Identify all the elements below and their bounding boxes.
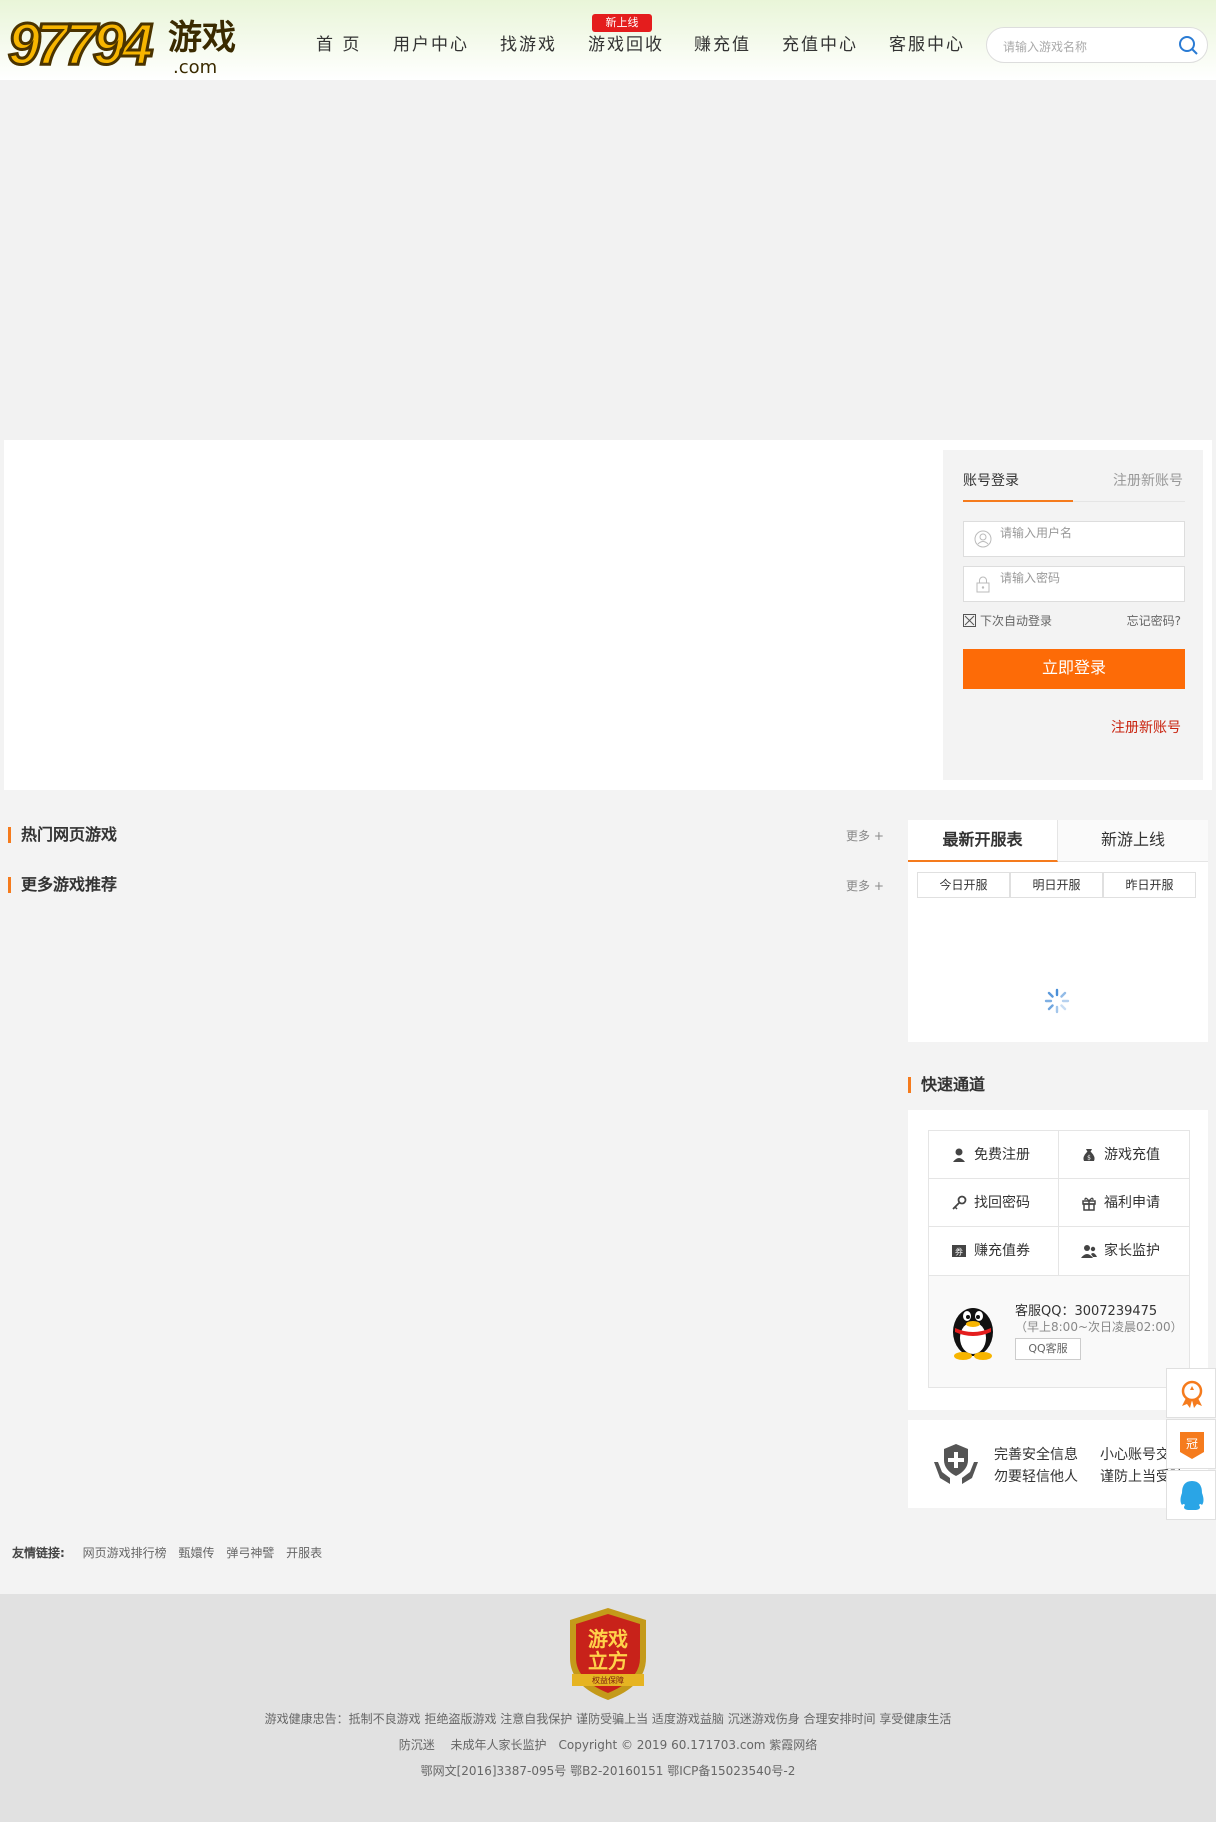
logo-domain: .com bbox=[173, 57, 218, 78]
loading-spinner-icon bbox=[1044, 988, 1070, 1014]
quick-earn-coupon[interactable]: 券 赚充值券 bbox=[929, 1227, 1059, 1275]
forgot-password-link[interactable]: 忘记密码? bbox=[1127, 612, 1181, 629]
nav-service-center[interactable]: 客服中心 bbox=[889, 30, 965, 55]
subtab-today[interactable]: 今日开服 bbox=[917, 872, 1010, 898]
safety-tip-box: 完善安全信息 勿要轻信他人 小心账号交易 谨防上当受骗 bbox=[908, 1420, 1208, 1508]
user-icon bbox=[953, 1148, 965, 1162]
nav-recharge-center[interactable]: 充值中心 bbox=[782, 30, 858, 55]
nav-home[interactable]: 首 页 bbox=[316, 30, 361, 55]
remember-me[interactable]: 下次自动登录 bbox=[963, 612, 1052, 629]
friend-link[interactable]: 甄嬛传 bbox=[178, 1546, 214, 1560]
friend-link[interactable]: 开服表 bbox=[286, 1546, 322, 1560]
gift-icon bbox=[1082, 1197, 1096, 1211]
footer-license: 鄂网文[2016]3387-095号 鄂B2-20160151 鄂ICP备150… bbox=[420, 1764, 796, 1778]
money-bag-icon: $ bbox=[1083, 1149, 1095, 1162]
svg-text:冠: 冠 bbox=[1186, 1437, 1198, 1451]
search-box[interactable]: 请输入游戏名称 bbox=[986, 27, 1208, 63]
key-icon bbox=[952, 1195, 967, 1210]
tab-account-login[interactable]: 账号登录 bbox=[963, 470, 1019, 490]
friend-link[interactable]: 弹弓神譬 bbox=[226, 1546, 274, 1560]
search-icon[interactable] bbox=[1177, 34, 1199, 56]
game-rights-badge-icon: 游戏 立方 权益保障 bbox=[570, 1608, 646, 1700]
nav-earn-recharge[interactable]: 赚充值 bbox=[694, 30, 751, 55]
qq-number: 客服QQ：3007239475 bbox=[1015, 1304, 1158, 1319]
register-link[interactable]: 注册新账号 bbox=[1111, 717, 1181, 737]
medal-icon bbox=[1181, 1380, 1203, 1408]
svg-text:$: $ bbox=[1087, 1155, 1091, 1162]
tab-latest-servers[interactable]: 最新开服表 bbox=[908, 820, 1058, 862]
qq-service-box: 客服QQ：3007239475 （早上8:00~次日凌晨02:00） QQ客服 bbox=[928, 1276, 1190, 1388]
hot-games-more-link[interactable]: 更多 + bbox=[846, 827, 884, 844]
quick-label: 赚充值券 bbox=[974, 1243, 1030, 1259]
quick-free-register[interactable]: 免费注册 bbox=[929, 1131, 1059, 1179]
float-qq-button[interactable] bbox=[1166, 1470, 1216, 1520]
badge-ribbon: 权益保障 bbox=[592, 1675, 624, 1685]
login-button[interactable]: 立即登录 bbox=[963, 649, 1185, 689]
svg-text:券: 券 bbox=[955, 1247, 963, 1257]
site-logo[interactable]: 97794 游戏 .com bbox=[6, 11, 236, 79]
safety-line: 完善安全信息 bbox=[994, 1447, 1078, 1463]
float-crown-button[interactable]: 冠 bbox=[1166, 1419, 1216, 1469]
quick-label: 免费注册 bbox=[974, 1147, 1030, 1163]
badge-line2: 立方 bbox=[588, 1649, 628, 1673]
footer-copyright: 防沉迷 未成年人家长监护 Copyright © 2019 60.171703.… bbox=[398, 1738, 818, 1752]
quick-label: 家长监护 bbox=[1104, 1243, 1160, 1259]
shield-hands-icon bbox=[934, 1444, 978, 1484]
hot-games-title: 热门网页游戏 bbox=[8, 827, 117, 843]
logo-text: 游戏 bbox=[168, 18, 236, 58]
tab-register[interactable]: 注册新账号 bbox=[1113, 470, 1183, 490]
parents-icon bbox=[1081, 1245, 1097, 1258]
banner-area bbox=[0, 80, 1216, 440]
site-header: 97794 游戏 .com 首 页 用户中心 找游戏 游戏回收 赚充值 充值中心… bbox=[0, 0, 1216, 80]
login-box: 账号登录 注册新账号 请输入用户名 请输入密码 下次自动登录 忘记密码? 立即登… bbox=[943, 450, 1203, 780]
quick-game-recharge[interactable]: $ 游戏充值 bbox=[1059, 1131, 1189, 1179]
remember-checkbox[interactable] bbox=[963, 614, 976, 627]
server-list-panel: 最新开服表 新游上线 今日开服 明日开服 昨日开服 bbox=[908, 820, 1208, 1042]
checkbox-cross-icon bbox=[964, 615, 975, 626]
quick-label: 福利申请 bbox=[1104, 1195, 1160, 1211]
qq-penguin-icon bbox=[953, 1308, 993, 1360]
quick-grid: 免费注册 $ 游戏充值 找回密码 福利申请 券 赚充值券 家长监护 bbox=[928, 1130, 1190, 1276]
float-medal-button[interactable] bbox=[1166, 1368, 1216, 1418]
quick-parent-monitor[interactable]: 家长监护 bbox=[1059, 1227, 1189, 1275]
password-placeholder: 请输入密码 bbox=[1000, 571, 1061, 585]
username-placeholder: 请输入用户名 bbox=[1000, 526, 1073, 540]
quick-channel-panel: 免费注册 $ 游戏充值 找回密码 福利申请 券 赚充值券 家长监护 客服QQ：3… bbox=[908, 1110, 1208, 1410]
crown-badge-icon: 冠 bbox=[1180, 1432, 1204, 1459]
more-games-more-link[interactable]: 更多 + bbox=[846, 877, 884, 894]
tab-active-underline bbox=[963, 500, 1073, 502]
safety-tip-left: 完善安全信息 勿要轻信他人 bbox=[994, 1444, 1078, 1488]
tab-new-games[interactable]: 新游上线 bbox=[1058, 820, 1208, 862]
logo-number: 97794 bbox=[6, 11, 154, 79]
qq-icon bbox=[1180, 1481, 1204, 1510]
nav-user-center[interactable]: 用户中心 bbox=[393, 30, 469, 55]
quick-welfare-apply[interactable]: 福利申请 bbox=[1059, 1179, 1189, 1227]
qq-hours: （早上8:00~次日凌晨02:00） bbox=[1015, 1320, 1183, 1334]
remember-label: 下次自动登录 bbox=[980, 614, 1053, 628]
site-footer: 游戏 立方 权益保障 游戏健康忠告：抵制不良游戏 拒绝盗版游戏 注意自我保护 谨… bbox=[0, 1594, 1216, 1822]
badge-line1: 游戏 bbox=[588, 1627, 628, 1651]
friend-links: 友情链接: 网页游戏排行榜 甄嬛传 弹弓神譬 开服表 bbox=[12, 1544, 330, 1561]
friend-links-label: 友情链接: bbox=[12, 1546, 65, 1560]
quick-label: 找回密码 bbox=[974, 1195, 1030, 1211]
username-field[interactable]: 请输入用户名 bbox=[963, 521, 1185, 557]
password-field[interactable]: 请输入密码 bbox=[963, 566, 1185, 602]
qq-service-button[interactable]: QQ客服 bbox=[1015, 1338, 1081, 1360]
nav-game-recycle[interactable]: 游戏回收 bbox=[588, 30, 664, 55]
friend-link[interactable]: 网页游戏排行榜 bbox=[83, 1546, 167, 1560]
quick-label: 游戏充值 bbox=[1104, 1147, 1160, 1163]
quick-recover-password[interactable]: 找回密码 bbox=[929, 1179, 1059, 1227]
user-icon bbox=[974, 530, 992, 548]
safety-line: 勿要轻信他人 bbox=[994, 1469, 1078, 1485]
subtab-yesterday[interactable]: 昨日开服 bbox=[1103, 872, 1196, 898]
health-notice: 游戏健康忠告：抵制不良游戏 拒绝盗版游戏 注意自我保护 谨防受骗上当 适度游戏益… bbox=[264, 1712, 952, 1726]
quick-channel-title: 快速通道 bbox=[908, 1077, 985, 1093]
coupon-icon: 券 bbox=[952, 1245, 966, 1257]
subtab-tomorrow[interactable]: 明日开服 bbox=[1010, 872, 1103, 898]
nav-find-game[interactable]: 找游戏 bbox=[500, 30, 557, 55]
lock-icon bbox=[976, 576, 990, 593]
search-input[interactable]: 请输入游戏名称 bbox=[1003, 38, 1087, 55]
more-games-title: 更多游戏推荐 bbox=[8, 877, 117, 893]
new-badge: 新上线 bbox=[592, 14, 652, 32]
